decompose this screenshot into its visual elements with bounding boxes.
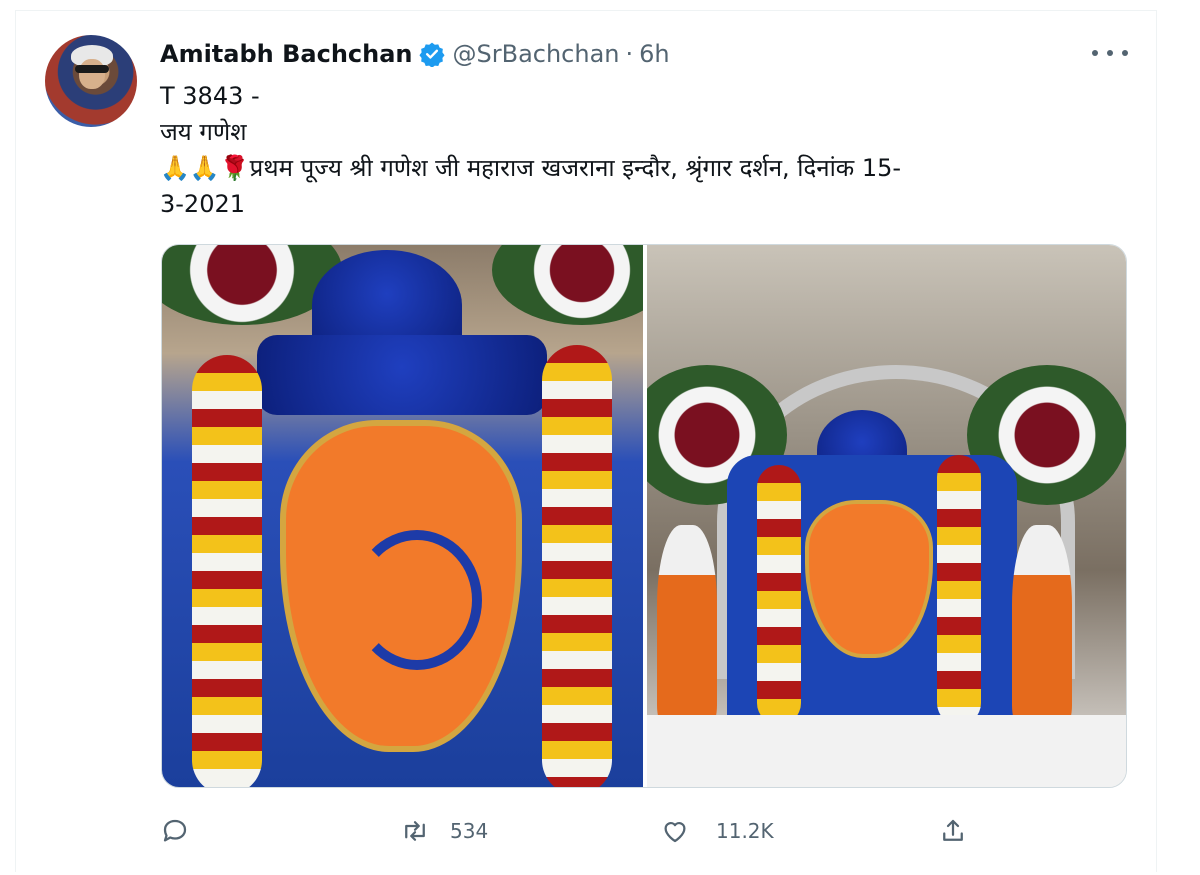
tweet-line: 🙏🙏🌹प्रथम पूज्य श्री गणेश जी महाराज खजरान…	[160, 154, 902, 182]
garland-right	[937, 455, 981, 725]
tweet-media[interactable]	[161, 244, 1127, 788]
more-dot	[1122, 50, 1128, 56]
reply-icon	[163, 819, 187, 842]
media-photo-shrine[interactable]	[647, 245, 1126, 787]
tweet-line: 3-2021	[160, 190, 246, 218]
idol-swirl	[352, 530, 482, 670]
garland-right	[542, 345, 612, 787]
statue-right	[1012, 525, 1072, 725]
altar-base	[647, 715, 1126, 787]
separator-dot: ·	[625, 40, 634, 68]
like-count: 11.2K	[716, 819, 774, 843]
tweet-actions: 534 11.2K	[160, 812, 980, 850]
like-button[interactable]: 11.2K	[660, 812, 774, 850]
flower-decoration	[492, 245, 643, 325]
retweet-button[interactable]: 534	[400, 812, 488, 850]
media-photo-closeup[interactable]	[162, 245, 643, 787]
turban-band	[257, 335, 547, 415]
tweet-header: Amitabh Bachchan @SrBachchan · 6h	[160, 36, 670, 72]
statue-left	[657, 525, 717, 725]
garland-left	[757, 465, 801, 725]
like-icon	[664, 822, 686, 843]
retweet-count: 534	[450, 819, 489, 843]
more-icon[interactable]	[1092, 40, 1128, 66]
reply-button[interactable]	[160, 812, 214, 850]
retweet-icon	[405, 821, 425, 841]
avatar-face	[79, 59, 105, 89]
more-dot	[1092, 50, 1098, 56]
verified-badge-icon	[418, 42, 445, 67]
share-button[interactable]	[938, 812, 968, 850]
share-icon	[943, 819, 963, 841]
author-handle[interactable]: @SrBachchan	[453, 40, 620, 68]
more-dot	[1107, 50, 1113, 56]
tweet-text: T 3843 - जय गणेश 🙏🙏🌹प्रथम पूज्य श्री गणे…	[160, 78, 1110, 222]
tweet-line: T 3843 -	[160, 82, 260, 110]
garland-left	[192, 355, 262, 787]
author-name[interactable]: Amitabh Bachchan	[160, 40, 413, 68]
avatar-glasses	[75, 65, 109, 73]
tweet-timestamp[interactable]: 6h	[639, 40, 669, 68]
author-avatar[interactable]	[45, 35, 137, 127]
tweet-line: जय गणेश	[160, 118, 247, 146]
